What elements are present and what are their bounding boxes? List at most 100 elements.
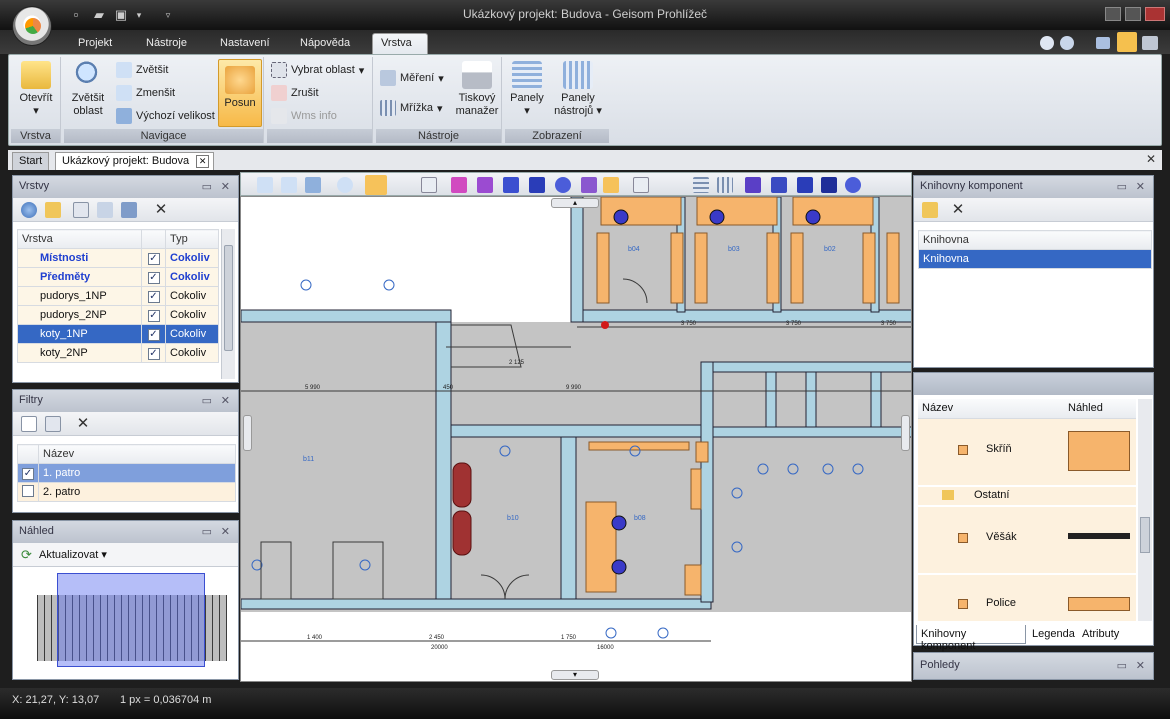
close-icon[interactable]: ✕ — [221, 394, 230, 407]
table-row[interactable]: Místnosti ✓ Cokoliv — [17, 248, 219, 268]
printer-icon[interactable] — [1142, 36, 1158, 50]
refresh-button[interactable]: Aktualizovat ▾ — [39, 548, 107, 561]
magnifier-icon[interactable] — [337, 177, 353, 193]
pan-left-button[interactable] — [243, 415, 252, 451]
layer-visible-checkbox[interactable]: ✓ — [141, 286, 166, 306]
toolbars-button[interactable]: Panely nástrojů ▾ — [549, 61, 607, 118]
delete-filter-icon[interactable]: ✕ — [75, 416, 91, 432]
open-folder-icon[interactable] — [922, 202, 938, 218]
pointer-icon[interactable] — [421, 177, 437, 193]
new-filter-icon[interactable] — [21, 416, 37, 432]
doc-tab-start[interactable]: Start — [12, 152, 50, 170]
close-icon[interactable]: ✕ — [221, 180, 230, 193]
table-row[interactable]: pudorys_2NP ✓ Cokoliv — [17, 305, 219, 325]
dropdown-icon[interactable]: ▾ — [131, 7, 147, 23]
table-row[interactable]: koty_2NP ✓ Cokoliv — [17, 343, 219, 363]
polygon-tool-icon[interactable] — [503, 177, 519, 193]
save-icon[interactable]: ▣ — [113, 7, 129, 23]
hand-icon[interactable] — [365, 175, 387, 195]
default-size-button[interactable]: Výchozí velikost — [116, 107, 215, 125]
close-tab-icon[interactable]: ✕ — [196, 155, 210, 168]
close-icon[interactable]: ✕ — [1136, 659, 1145, 672]
layer-visible-checkbox[interactable]: ✓ — [141, 343, 166, 363]
pin-icon[interactable]: ▭ — [202, 525, 212, 538]
map-canvas[interactable]: b04 b03 b02 b11 b10 b08 5 990 9 990 2 12… — [240, 196, 912, 682]
table-row[interactable]: Předměty ✓ Cokoliv — [17, 267, 219, 287]
close-icon[interactable]: ✕ — [221, 525, 230, 538]
properties-icon[interactable] — [97, 202, 113, 218]
layers-icon[interactable] — [121, 202, 137, 218]
open-icon[interactable]: ▰ — [91, 7, 107, 23]
maximize-button[interactable] — [1125, 7, 1141, 21]
scroll-thumb[interactable] — [224, 245, 233, 351]
tab-projekt[interactable]: Projekt — [70, 34, 120, 54]
customize-icon[interactable]: ▿ — [160, 7, 176, 23]
zoom-out-button[interactable]: Zmenšit — [116, 84, 175, 102]
pin-icon[interactable]: ▭ — [202, 394, 212, 407]
select-area-button[interactable]: Vybrat oblast ▾ — [271, 61, 364, 79]
point-tool-icon[interactable] — [451, 177, 467, 193]
select-tool-icon[interactable] — [633, 177, 649, 193]
zoom-in-icon[interactable] — [257, 177, 273, 193]
minimize-button[interactable] — [1105, 7, 1121, 21]
attribute-table-icon[interactable] — [717, 177, 733, 193]
tab-napoveda[interactable]: Nápověda — [292, 34, 358, 54]
layer-visible-checkbox[interactable]: ✓ — [141, 324, 166, 344]
circle-tool-icon[interactable] — [555, 177, 571, 193]
close-window-button[interactable] — [1145, 7, 1165, 21]
list-item[interactable]: Skříň — [918, 419, 1136, 485]
layer-visible-checkbox[interactable]: ✓ — [141, 305, 166, 325]
pan-right-button[interactable] — [901, 415, 910, 451]
scroll-thumb[interactable] — [1140, 517, 1150, 553]
filter-checkbox[interactable] — [17, 482, 39, 502]
zoom-out-icon[interactable] — [281, 177, 297, 193]
search-icon[interactable] — [1060, 36, 1074, 50]
zoom-area-button[interactable]: Zvětšit oblast — [66, 61, 110, 118]
tab-vrstva[interactable]: Vrstva — [372, 33, 428, 55]
list-item[interactable]: Police — [918, 575, 1136, 621]
split-icon[interactable] — [821, 177, 837, 193]
wms-info-button[interactable]: Wms info — [271, 107, 337, 125]
table-row[interactable]: pudorys_1NP ✓ Cokoliv — [17, 286, 219, 306]
table-row[interactable]: 2. patro — [17, 482, 236, 502]
edit-filter-icon[interactable] — [45, 416, 61, 432]
tab-nastroje[interactable]: Nástroje — [138, 34, 195, 54]
line-tool-icon[interactable] — [477, 177, 493, 193]
app-menu-button[interactable] — [12, 6, 52, 46]
pan-up-button[interactable]: ▴ — [551, 198, 599, 208]
delete-icon[interactable]: ✕ — [153, 202, 169, 218]
arrow-tool-icon[interactable] — [581, 177, 597, 193]
filter-checkbox[interactable]: ✓ — [17, 463, 39, 483]
list-item[interactable]: Věšák — [918, 507, 1136, 573]
move-icon[interactable] — [771, 177, 787, 193]
print-manager-button[interactable]: Tiskový manažer — [454, 61, 500, 118]
components-scrollbar[interactable] — [1138, 399, 1152, 621]
grid-button[interactable]: Mřížka ▾ — [380, 99, 443, 117]
tab-knihovny-komponent[interactable]: Knihovny komponent — [916, 625, 1026, 652]
viewport-rectangle[interactable] — [57, 573, 205, 667]
layer-visible-checkbox[interactable]: ✓ — [141, 248, 166, 268]
zoom-in-button[interactable]: Zvětšit — [116, 61, 168, 79]
close-icon[interactable]: ✕ — [1136, 180, 1145, 193]
tab-atributy[interactable]: Atributy — [1078, 625, 1128, 644]
refresh-icon[interactable] — [21, 202, 37, 218]
extent-icon[interactable] — [305, 177, 321, 193]
cancel-selection-button[interactable]: Zrušit — [271, 84, 319, 102]
close-document-icon[interactable]: ✕ — [1146, 152, 1156, 166]
highlight-tool-icon[interactable] — [603, 177, 619, 193]
open-folder-icon[interactable] — [45, 202, 61, 218]
float-icon[interactable]: ▭ — [1117, 180, 1127, 193]
layers-scrollbar[interactable] — [221, 229, 235, 379]
window-icon[interactable] — [1096, 37, 1110, 49]
tab-nastaveni[interactable]: Nastavení — [212, 34, 278, 54]
delete-icon[interactable]: ✕ — [950, 202, 966, 218]
doc-tab-project[interactable]: Ukázkový projekt: Budova ✕ — [55, 152, 215, 170]
table-icon[interactable] — [693, 177, 709, 193]
rectangle-tool-icon[interactable] — [529, 177, 545, 193]
pan-button[interactable]: Posun — [218, 59, 262, 127]
edit-icon[interactable] — [73, 202, 89, 218]
snap-icon[interactable] — [797, 177, 813, 193]
open-button[interactable]: Otevřít ▾ — [14, 61, 58, 118]
help-icon[interactable] — [1040, 36, 1054, 50]
pin-icon[interactable]: ▭ — [1117, 659, 1127, 672]
